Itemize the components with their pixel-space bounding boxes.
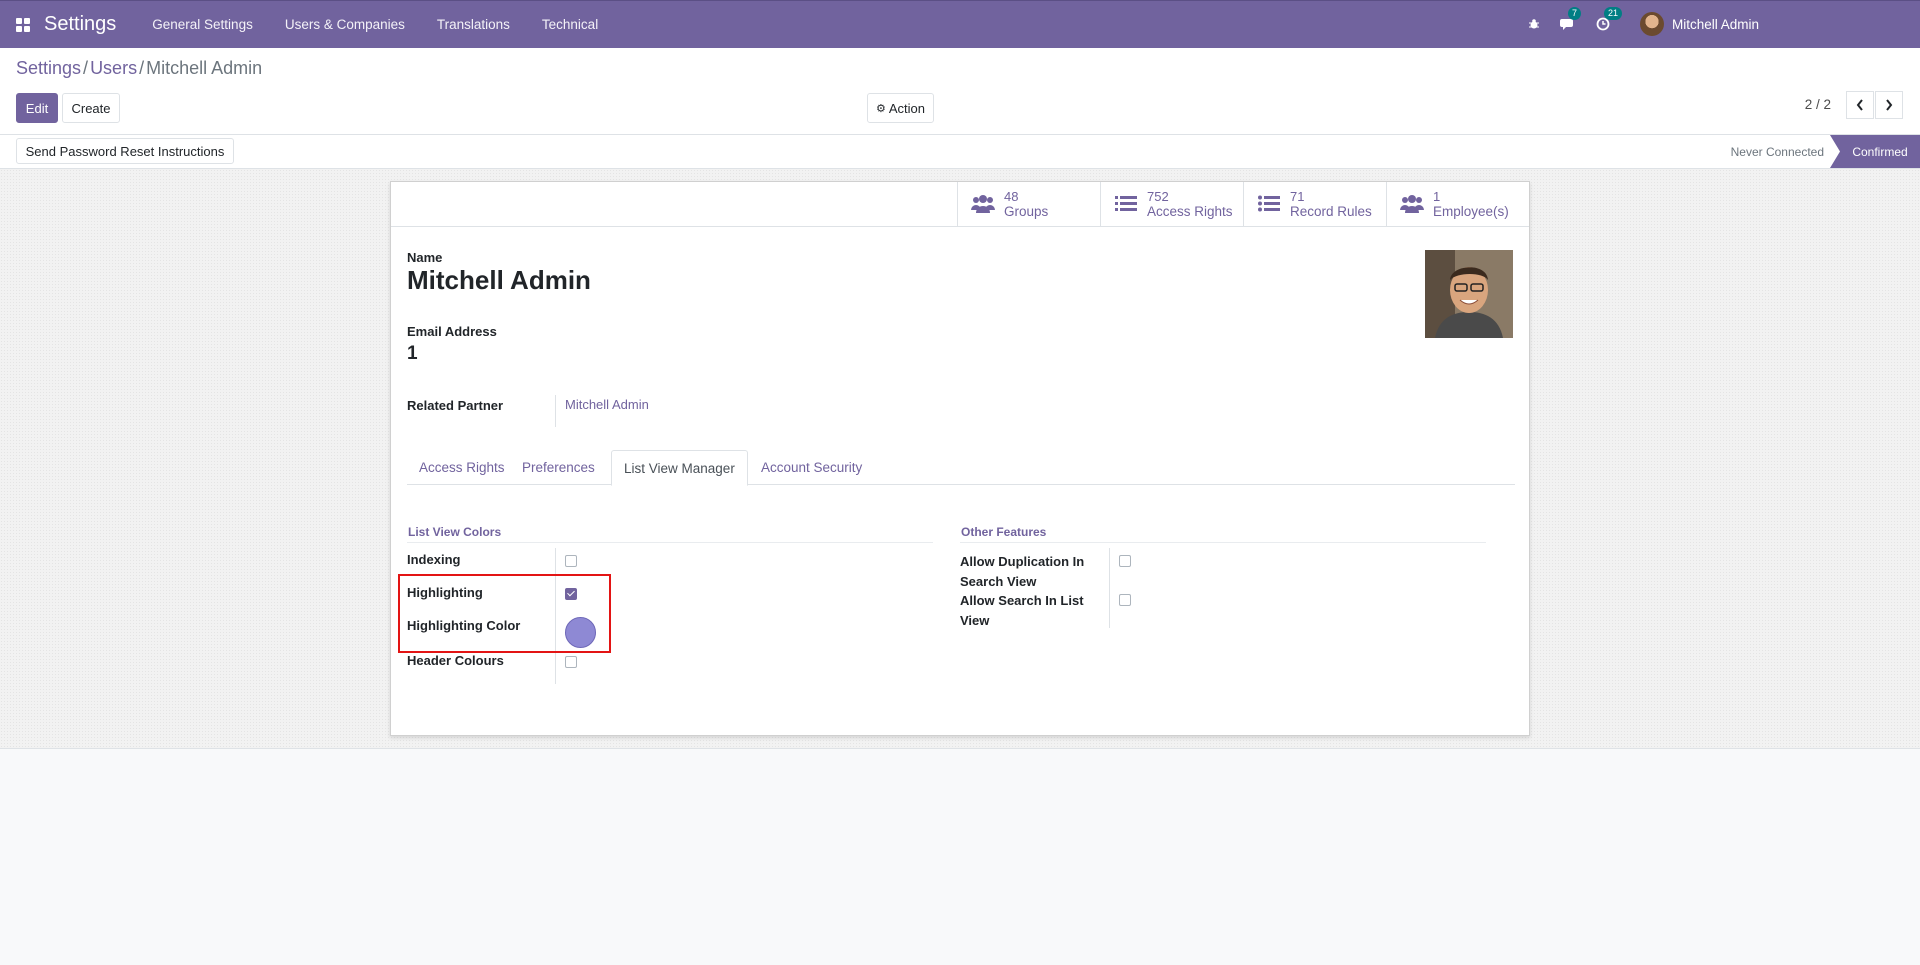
email-label: Email Address xyxy=(407,324,497,339)
header-colours-checkbox[interactable] xyxy=(565,656,577,668)
related-partner-label: Related Partner xyxy=(407,398,504,413)
user-name: Mitchell Admin xyxy=(1671,16,1759,32)
users-icon xyxy=(1399,194,1425,214)
user-photo[interactable] xyxy=(1425,250,1513,338)
menu-general-settings[interactable]: General Settings xyxy=(152,17,253,32)
pager-value[interactable]: 2 / 2 xyxy=(1805,97,1831,112)
breadcrumb-users[interactable]: Users xyxy=(90,58,137,78)
annotation-highlight-box xyxy=(398,574,611,653)
gear-icon: ⚙ xyxy=(875,102,886,115)
email-field[interactable]: 1 xyxy=(407,343,418,365)
breadcrumb-settings[interactable]: Settings xyxy=(16,58,81,78)
allow-duplication-label-line1: Allow Duplication In xyxy=(960,554,1085,569)
control-panel: Settings / Users / Mitchell Admin Edit Creat… xyxy=(0,48,1920,134)
stat-label: Record Rules xyxy=(1290,204,1372,219)
pager-previous-button[interactable] xyxy=(1846,91,1874,119)
indexing-checkbox[interactable] xyxy=(565,555,577,567)
avatar xyxy=(1639,12,1664,36)
group-divider xyxy=(407,542,933,543)
menu-technical[interactable]: Technical xyxy=(542,17,598,32)
related-partner-link[interactable]: Mitchell Admin xyxy=(565,397,649,412)
indexing-label: Indexing xyxy=(407,552,461,567)
name-label: Name xyxy=(407,250,443,265)
header-colours-label: Header Colours xyxy=(407,653,504,668)
activities-clock-icon[interactable]: 21 xyxy=(1596,7,1622,31)
list-view-colors-title: List View Colors xyxy=(408,525,502,539)
group-divider xyxy=(960,542,1486,543)
other-features-title: Other Features xyxy=(961,525,1047,539)
record-rules-stat-button[interactable]: 71 Record Rules xyxy=(1243,182,1386,226)
messages-badge: 7 xyxy=(1567,7,1581,20)
allow-search-label-line1: Allow Search In List xyxy=(960,593,1084,608)
action-button[interactable]: ⚙ Action xyxy=(867,93,934,123)
apps-menu-icon[interactable] xyxy=(0,2,46,48)
list-icon xyxy=(1113,195,1139,213)
chevron-left-icon xyxy=(1856,99,1863,111)
user-menu[interactable]: Mitchell Admin xyxy=(1639,12,1759,36)
menu-users-companies[interactable]: Users & Companies xyxy=(285,17,405,32)
allow-duplication-checkbox[interactable] xyxy=(1119,555,1131,567)
stage-never-connected: Never Connected xyxy=(1730,144,1824,159)
create-button[interactable]: Create xyxy=(62,93,120,123)
debug-bug-icon[interactable] xyxy=(1528,18,1540,30)
stat-number: 1 xyxy=(1433,189,1441,204)
list-icon xyxy=(1256,195,1282,213)
allow-duplication-label-line2: Search View xyxy=(960,574,1037,589)
edit-button[interactable]: Edit xyxy=(16,93,58,123)
tab-account-security[interactable]: Account Security xyxy=(749,450,874,485)
action-label: Action xyxy=(888,100,925,116)
stat-number: 752 xyxy=(1147,189,1169,204)
stat-number: 48 xyxy=(1004,189,1019,204)
menu-translations[interactable]: Translations xyxy=(437,17,510,32)
notebook-tabs: Access Rights Preferences List View Mana… xyxy=(407,450,1515,486)
stat-label: Access Rights xyxy=(1147,204,1233,219)
allow-search-label-line2: View xyxy=(960,613,990,628)
breadcrumb-current: Mitchell Admin xyxy=(146,58,263,78)
activities-badge: 21 xyxy=(1603,7,1622,20)
messages-icon[interactable]: 7 xyxy=(1559,7,1581,31)
users-icon xyxy=(970,194,996,214)
breadcrumb: Settings / Users / Mitchell Admin xyxy=(16,58,263,78)
access-rights-stat-button[interactable]: 752 Access Rights xyxy=(1100,182,1243,226)
smart-button-box: 48 Groups 752 Access Rights 71 Record Rules… xyxy=(957,182,1529,227)
tab-list-view-manager[interactable]: List View Manager xyxy=(611,450,748,486)
form-statusbar: Send Password Reset Instructions Never C… xyxy=(0,134,1920,169)
employees-stat-button[interactable]: 1 Employee(s) xyxy=(1386,182,1529,226)
tab-preferences[interactable]: Preferences xyxy=(510,450,607,485)
stage-confirmed: Confirmed xyxy=(1830,135,1920,168)
top-navbar: Settings General Settings Users & Compan… xyxy=(0,0,1920,48)
allow-search-checkbox[interactable] xyxy=(1119,594,1131,606)
stat-label: Groups xyxy=(1004,204,1049,219)
app-brand[interactable]: Settings xyxy=(44,13,116,36)
allow-duplication-label: Allow Duplication In Search View xyxy=(960,552,1084,592)
send-password-reset-button[interactable]: Send Password Reset Instructions xyxy=(16,138,234,164)
chevron-right-icon xyxy=(1886,99,1893,111)
groups-stat-button[interactable]: 48 Groups xyxy=(957,182,1100,226)
pager-next-button[interactable] xyxy=(1875,91,1903,119)
allow-search-label: Allow Search In List View xyxy=(960,591,1084,631)
tab-access-rights[interactable]: Access Rights xyxy=(407,450,517,485)
name-field[interactable]: Mitchell Admin xyxy=(407,265,591,296)
stat-label: Employee(s) xyxy=(1433,204,1509,219)
stat-number: 71 xyxy=(1290,189,1305,204)
field-divider xyxy=(1109,548,1110,628)
field-divider xyxy=(555,395,556,427)
